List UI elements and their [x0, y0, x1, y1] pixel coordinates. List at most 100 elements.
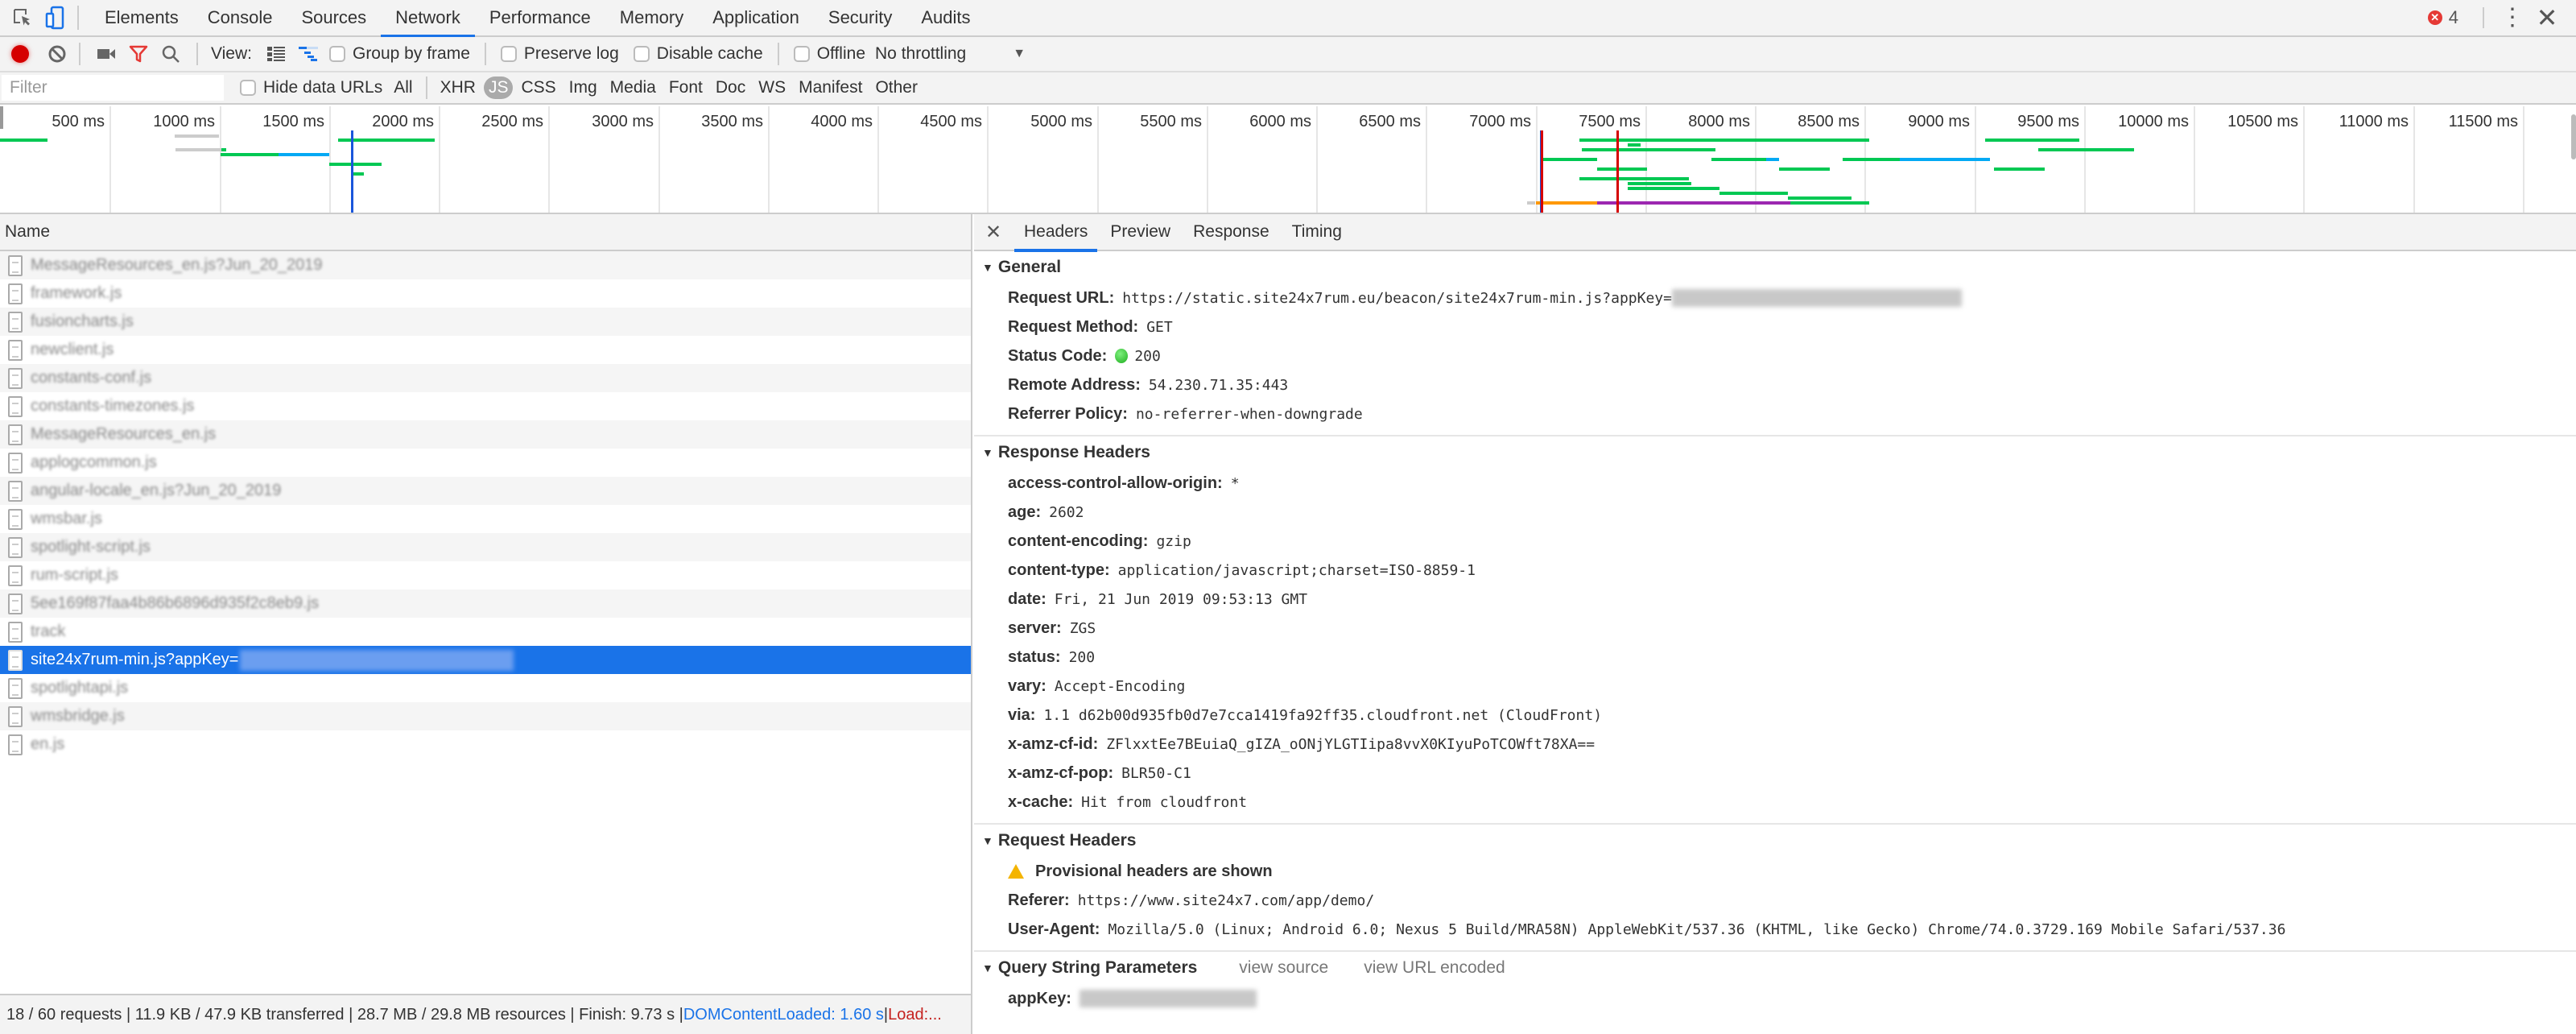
response-headers-toggle[interactable]: ▼ Response Headers [974, 436, 2576, 469]
tab-elements[interactable]: Elements [90, 0, 193, 36]
request-row[interactable]: spotlight-script.js [0, 533, 971, 561]
waterfall-bar-queued [1526, 201, 1536, 205]
request-row[interactable]: applogcommon.js [0, 449, 971, 477]
overview-waterfall-icon[interactable] [292, 38, 324, 70]
request-row[interactable]: site24x7rum-min.js?appKey= [0, 646, 971, 674]
header-name: x-amz-cf-pop: [1008, 763, 1114, 782]
tab-preview[interactable]: Preview [1099, 214, 1182, 250]
network-overview-timeline[interactable]: 500 ms 1000 ms 1500 ms 2000 ms 2500 ms 3000 m… [0, 106, 2576, 214]
dropdown-arrow-icon: ▼ [1013, 47, 1026, 60]
close-details-icon[interactable]: ✕ [974, 221, 1013, 244]
divider [425, 77, 427, 99]
request-row[interactable]: spotlightapi.js [0, 674, 971, 702]
filter-type-other[interactable]: Other [870, 77, 923, 99]
request-row[interactable]: en.js [0, 730, 971, 759]
request-row[interactable]: framework.js [0, 279, 971, 308]
filter-type-media[interactable]: Media [605, 77, 661, 99]
expand-triangle-icon: ▼ [982, 962, 993, 974]
device-toolbar-icon[interactable] [39, 2, 71, 34]
filter-type-img[interactable]: Img [564, 77, 602, 99]
waterfall-bar-stalled [1535, 201, 1597, 205]
tab-performance[interactable]: Performance [475, 0, 605, 36]
request-row[interactable]: 5ee169f87faa4b86b6896d935f2c8eb9.js [0, 589, 971, 618]
inspect-element-icon[interactable] [6, 2, 39, 34]
view-url-encoded-link[interactable]: view URL encoded [1364, 958, 1505, 978]
filter-type-ws[interactable]: WS [753, 77, 791, 99]
group-by-frame-checkbox[interactable]: Group by frame [328, 44, 470, 64]
query-string-toggle[interactable]: ▼ Query String Parameters view source view … [974, 952, 2576, 984]
header-value: 1.1 d62b00d935fb0d7e7cca1419fa92ff35.clo… [1043, 706, 1603, 724]
hide-data-urls-checkbox[interactable]: Hide data URLs [240, 78, 382, 97]
request-row[interactable]: wmsbridge.js [0, 702, 971, 730]
request-row[interactable]: wmsbar.js [0, 505, 971, 533]
request-name: rum-script.js [31, 566, 118, 584]
dom-content-loaded-time: DOMContentLoaded: 1.60 s [683, 1005, 884, 1024]
filter-type-manifest[interactable]: Manifest [794, 77, 867, 99]
timeline-tick-label: 3500 ms [701, 113, 763, 130]
tab-memory[interactable]: Memory [605, 0, 698, 36]
request-row[interactable]: newclient.js [0, 336, 971, 364]
clear-icon[interactable] [45, 38, 69, 70]
header-value: BLR50-C1 [1121, 764, 1191, 782]
request-row[interactable]: rum-script.js [0, 561, 971, 589]
tab-audits[interactable]: Audits [906, 0, 985, 36]
timeline-tick-label: 1000 ms [153, 113, 215, 130]
filter-bar: Hide data URLs All XHR JS CSS Img Media … [0, 72, 2576, 105]
disable-cache-checkbox[interactable]: Disable cache [633, 44, 763, 64]
search-icon[interactable] [155, 38, 187, 70]
tab-sources[interactable]: Sources [287, 0, 381, 36]
tab-headers[interactable]: Headers [1013, 214, 1099, 252]
header-name: status: [1008, 647, 1061, 666]
response-header-row: server: ZGS [974, 614, 2576, 643]
filter-type-xhr[interactable]: XHR [436, 77, 481, 99]
tab-network[interactable]: Network [381, 0, 475, 38]
request-row[interactable]: constants-conf.js [0, 364, 971, 392]
request-row[interactable]: MessageResources_en.js?Jun_20_2019 [0, 251, 971, 279]
overview-drag-handle-right[interactable] [2571, 114, 2576, 159]
screenshot-camera-icon[interactable] [90, 38, 122, 70]
offline-checkbox[interactable]: Offline [793, 44, 865, 64]
tab-timing[interactable]: Timing [1281, 214, 1353, 250]
tab-console[interactable]: Console [193, 0, 287, 36]
filter-type-doc[interactable]: Doc [711, 77, 750, 99]
warning-icon [1008, 864, 1024, 879]
error-icon[interactable]: ✕ [2427, 10, 2442, 25]
response-header-row: vary: Accept-Encoding [974, 672, 2576, 701]
filter-type-js[interactable]: JS [483, 77, 514, 99]
timeline-gridline [2194, 106, 2195, 213]
response-headers-list: access-control-allow-origin: * age: 2602 con… [974, 469, 2576, 817]
preserve-log-checkbox[interactable]: Preserve log [500, 44, 619, 64]
request-row[interactable]: constants-timezones.js [0, 392, 971, 420]
request-headers-toggle[interactable]: ▼ Request Headers [974, 825, 2576, 857]
filter-icon[interactable] [122, 38, 155, 70]
script-file-icon [8, 649, 23, 671]
column-header-name[interactable]: Name [0, 214, 971, 251]
close-devtools-icon[interactable]: ✕ [2531, 2, 2563, 33]
more-options-icon[interactable]: ⋮ [2500, 6, 2524, 30]
filter-type-font[interactable]: Font [664, 77, 708, 99]
throttling-select[interactable]: No throttling ▼ [875, 44, 1026, 64]
request-row[interactable]: MessageResources_en.js [0, 420, 971, 449]
tab-security[interactable]: Security [814, 0, 906, 36]
overview-drag-handle-left[interactable] [0, 106, 3, 129]
divider [77, 6, 79, 30]
app-key-param-row: appKey: [974, 984, 2576, 1013]
general-section-toggle[interactable]: ▼ General [974, 251, 2576, 283]
tab-response[interactable]: Response [1182, 214, 1281, 250]
request-row[interactable]: angular-locale_en.js?Jun_20_2019 [0, 477, 971, 505]
request-row[interactable]: fusioncharts.js [0, 308, 971, 336]
request-row[interactable]: track [0, 618, 971, 646]
timeline-gridline [658, 106, 660, 213]
filter-input[interactable] [2, 75, 224, 101]
filter-type-css[interactable]: CSS [516, 77, 560, 99]
request-name: newclient.js [31, 341, 114, 358]
filter-type-all[interactable]: All [389, 77, 417, 99]
timeline-tick-label: 8500 ms [1798, 113, 1860, 130]
view-source-link[interactable]: view source [1239, 958, 1328, 978]
divider [2483, 7, 2484, 28]
record-button[interactable] [11, 45, 29, 63]
large-rows-icon[interactable] [260, 38, 292, 70]
error-count[interactable]: 4 [2449, 7, 2458, 28]
waterfall-bar-download [279, 153, 329, 156]
tab-application[interactable]: Application [698, 0, 814, 36]
